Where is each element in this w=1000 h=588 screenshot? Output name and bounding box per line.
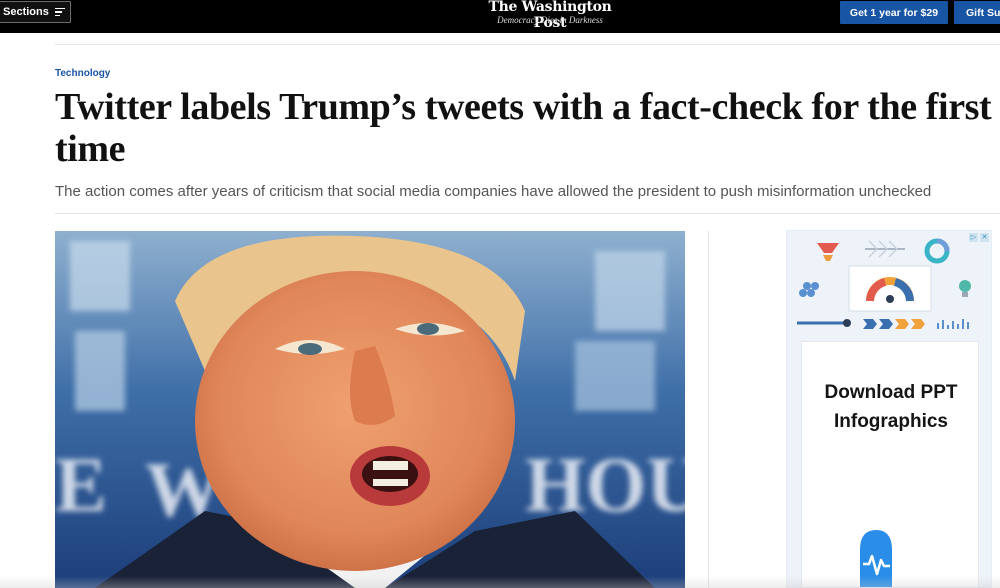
subscribe-button[interactable]: Get 1 year for $29 <box>840 1 948 24</box>
ad-headline: Download PPT Infographics <box>802 378 980 436</box>
ad-choices-icon[interactable]: ▷ <box>969 233 978 242</box>
ad-headline-line-2: Infographics <box>833 411 948 432</box>
hamburger-icon <box>54 6 65 19</box>
column-divider <box>708 231 709 588</box>
article-headline: Twitter labels Trump’s tweets with a fac… <box>55 86 1000 170</box>
divider <box>55 44 1000 45</box>
article-dek: The action comes after years of criticis… <box>55 183 932 200</box>
page-bottom-shadow <box>0 576 1000 588</box>
headline-line-2: time <box>55 128 126 170</box>
gift-subscription-button[interactable]: Gift Sub <box>954 1 1000 24</box>
ad-badges: ▷ ✕ <box>969 233 989 242</box>
site-tagline: Democracy Dies in Darkness <box>497 15 603 25</box>
site-header: Sections The Washington Post Democracy D… <box>0 0 1000 33</box>
svg-text:E: E <box>55 441 107 528</box>
svg-text:HOU: HOU <box>525 441 685 528</box>
sections-label: Sections <box>3 6 49 18</box>
headline-line-1: Twitter labels Trump’s tweets with a fac… <box>55 86 992 128</box>
ad-infographic-banner <box>797 238 971 329</box>
divider <box>55 213 1000 214</box>
lead-photo[interactable]: EW HOU <box>55 231 685 588</box>
section-kicker-link[interactable]: Technology <box>55 68 110 79</box>
lead-photo-image: EW HOU <box>55 231 685 588</box>
sections-menu-button[interactable]: Sections <box>0 1 71 23</box>
ad-headline-line-1: Download PPT <box>824 382 958 403</box>
advertisement[interactable]: ▷ ✕ Download PPT Infographics <box>786 230 992 588</box>
close-icon[interactable]: ✕ <box>980 233 989 242</box>
